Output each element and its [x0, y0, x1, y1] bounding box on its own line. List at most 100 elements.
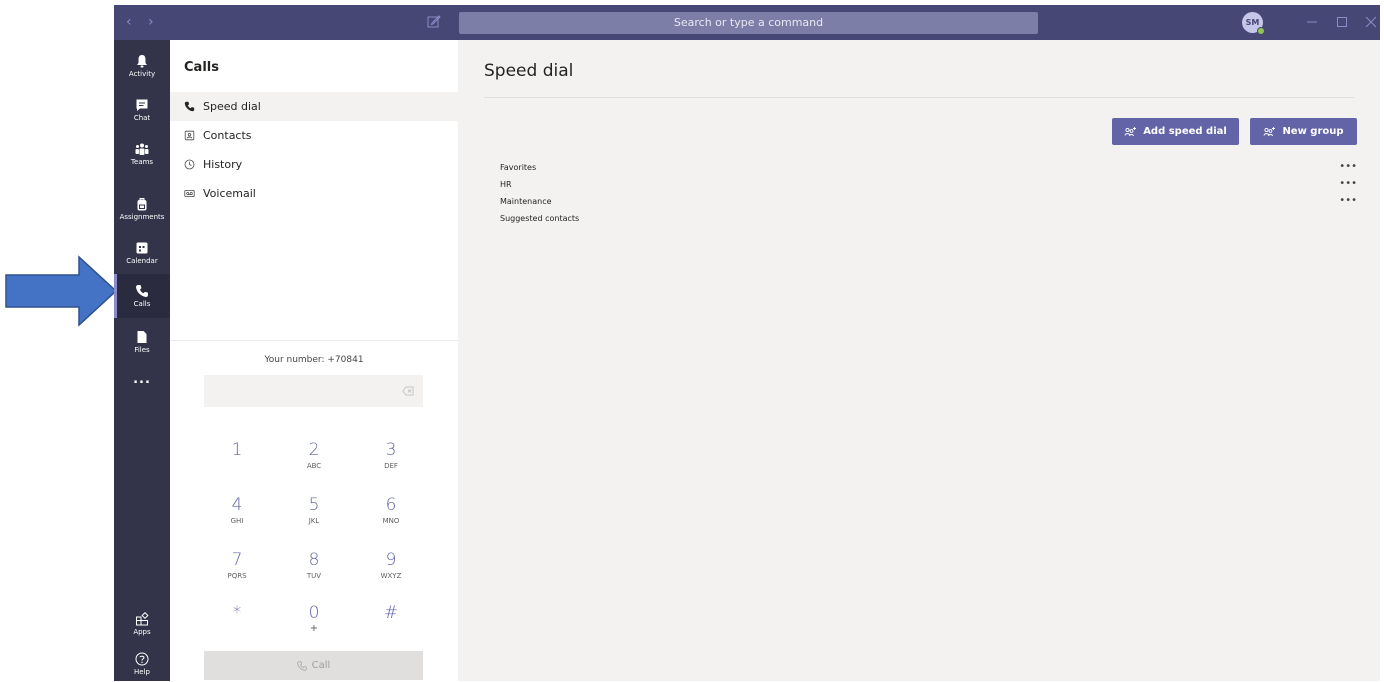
more-icon: ... [133, 372, 151, 387]
rail-label: Activity [128, 70, 156, 78]
key-digit: 1 [231, 440, 243, 460]
key-digit: 2 [308, 440, 320, 460]
group-row-favorites[interactable]: Favorites ••• [500, 160, 1357, 176]
calendar-icon [136, 242, 148, 254]
phone-icon [297, 660, 307, 671]
rail-item-assignments[interactable]: Assignments [114, 187, 170, 231]
nav-item-history[interactable]: History [170, 150, 458, 179]
nav-item-label: Speed dial [203, 100, 261, 113]
new-group-label: New group [1282, 126, 1344, 137]
rail-label: Teams [130, 158, 154, 166]
nav-item-label: History [203, 158, 243, 171]
dialpad-key-0[interactable]: 0 + [289, 603, 339, 647]
compose-icon[interactable] [427, 14, 441, 28]
group-row-hr[interactable]: HR ••• [500, 177, 1357, 193]
nav-item-label: Contacts [203, 129, 252, 142]
nav-item-speed-dial[interactable]: Speed dial [170, 92, 458, 121]
nav-item-label: Voicemail [203, 187, 256, 200]
add-people-icon [1124, 127, 1137, 137]
rail-label: Calls [133, 300, 151, 308]
dialpad-key-5[interactable]: 5 JKL [289, 495, 339, 539]
rail-item-teams[interactable]: Teams [114, 132, 170, 176]
add-people-icon [1263, 127, 1276, 137]
back-arrow-icon[interactable]: ‹ [126, 14, 132, 30]
rail-label: Files [134, 346, 150, 354]
page-title: Speed dial [484, 61, 574, 81]
rail-item-more[interactable]: ... [114, 365, 170, 395]
contact-card-icon [184, 130, 195, 141]
rail-label: Calendar [126, 257, 158, 265]
nav-item-voicemail[interactable]: Voicemail [170, 179, 458, 208]
group-row-suggested-contacts[interactable]: Suggested contacts [500, 211, 1357, 227]
dialpad-key-hash[interactable]: # [366, 603, 416, 647]
file-icon [137, 331, 147, 343]
rail-item-apps[interactable]: Apps [114, 602, 170, 646]
key-digit: 3 [385, 440, 397, 460]
group-name: Suggested contacts [500, 214, 580, 223]
dialpad-key-star[interactable]: * [212, 603, 262, 647]
key-digit: 6 [385, 495, 397, 515]
divider [484, 97, 1354, 98]
more-options-icon[interactable]: ••• [1339, 178, 1357, 189]
close-button[interactable] [1363, 15, 1379, 29]
key-letters: JKL [308, 517, 320, 525]
rail-item-files[interactable]: Files [114, 320, 170, 364]
backspace-icon[interactable] [402, 386, 414, 396]
dialpad-key-2[interactable]: 2 ABC [289, 440, 339, 484]
add-speed-dial-button[interactable]: Add speed dial [1112, 118, 1239, 145]
chat-icon [136, 99, 148, 111]
help-icon [135, 652, 149, 666]
dialpad-key-8[interactable]: 8 TUV [289, 550, 339, 594]
rail-item-help[interactable]: Help [114, 642, 170, 681]
rail-label: Chat [133, 114, 151, 122]
key-digit: 5 [308, 495, 320, 515]
minimize-button[interactable] [1304, 15, 1320, 29]
key-digit: * [232, 603, 242, 623]
new-group-button[interactable]: New group [1250, 118, 1357, 145]
apps-icon [136, 612, 149, 626]
voicemail-icon [184, 189, 195, 198]
nav-item-contacts[interactable]: Contacts [170, 121, 458, 150]
rail-item-calls[interactable]: Calls [114, 274, 170, 318]
key-digit: 8 [308, 550, 320, 570]
key-letters: PQRS [227, 572, 247, 580]
group-name: Maintenance [500, 197, 552, 206]
key-letters: ABC [306, 462, 322, 470]
app-rail: Activity Chat Teams Assignments Calendar… [114, 40, 170, 681]
maximize-button[interactable] [1334, 15, 1350, 29]
key-letters: TUV [306, 572, 322, 580]
phone-icon [184, 101, 195, 112]
forward-arrow-icon[interactable]: › [148, 14, 154, 30]
annotation-arrow-icon [5, 255, 117, 327]
key-letters: MNO [382, 517, 400, 525]
rail-item-calendar[interactable]: Calendar [114, 231, 170, 275]
dialpad-key-3[interactable]: 3 DEF [366, 440, 416, 484]
dialpad-key-4[interactable]: 4 GHI [212, 495, 262, 539]
divider [170, 340, 458, 341]
presence-status-icon [1257, 27, 1265, 35]
group-name: Favorites [500, 163, 537, 172]
rail-item-chat[interactable]: Chat [114, 88, 170, 132]
key-digit: 7 [231, 550, 243, 570]
rail-label: Apps [133, 628, 151, 636]
main-content: Speed dial Add speed dial New group Favo… [458, 40, 1380, 681]
backpack-icon [137, 198, 147, 211]
more-options-icon[interactable]: ••• [1339, 195, 1357, 206]
more-options-icon[interactable]: ••• [1339, 161, 1357, 172]
dialpad-key-9[interactable]: 9 WXYZ [366, 550, 416, 594]
key-digit: 4 [231, 495, 243, 515]
dialpad-key-6[interactable]: 6 MNO [366, 495, 416, 539]
dial-number-input[interactable] [204, 375, 423, 407]
title-bar: ‹ › Search or type a command SM [114, 5, 1380, 40]
call-button[interactable]: Call [204, 651, 423, 680]
search-input[interactable]: Search or type a command [459, 12, 1038, 34]
teams-icon [135, 143, 149, 155]
dialpad-key-1[interactable]: 1 [212, 440, 262, 484]
rail-item-activity[interactable]: Activity [114, 44, 170, 88]
key-digit: 0 [308, 603, 320, 623]
phone-icon [136, 285, 148, 297]
dialpad-key-7[interactable]: 7 PQRS [212, 550, 262, 594]
call-button-label: Call [311, 660, 331, 671]
rail-label: Assignments [119, 213, 165, 221]
group-row-maintenance[interactable]: Maintenance ••• [500, 194, 1357, 210]
